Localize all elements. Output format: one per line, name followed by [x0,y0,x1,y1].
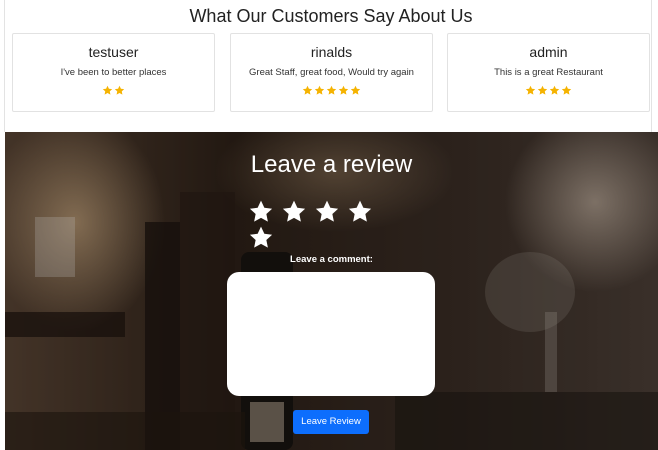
star-icon [302,85,313,95]
testimonial-comment: This is a great Restaurant [494,67,603,78]
testimonial-rating [448,85,649,97]
rating-star-selector [248,199,408,248]
rating-star-3-icon[interactable] [314,199,340,225]
star-icon [338,85,349,95]
comment-label: Leave a comment: [290,254,373,265]
testimonial-username: rinalds [310,44,353,60]
star-icon [314,85,325,95]
testimonial-card: rinalds Great Staff, great food, Would t… [230,33,433,112]
star-icon [114,85,125,95]
rating-star-4-icon[interactable] [347,199,373,225]
rating-star-1-icon[interactable] [248,199,274,225]
star-icon [549,85,560,95]
testimonial-username: testuser [88,44,139,60]
rating-star-2-icon[interactable] [281,199,307,225]
star-icon [102,85,113,95]
testimonials-title: What Our Customers Say About Us [189,6,473,26]
star-icon [537,85,548,95]
testimonial-comment: I've been to better places [60,67,167,78]
rating-star-5-icon[interactable] [248,225,274,251]
star-icon [350,85,361,95]
testimonial-rating [13,85,214,97]
leave-review-section: Leave a review Leave a comment: Leave Re… [5,132,658,450]
star-icon [326,85,337,95]
testimonial-comment: Great Staff, great food, Would try again [249,67,414,78]
comment-textarea[interactable] [227,272,435,396]
star-icon [561,85,572,95]
testimonial-card: admin This is a great Restaurant [447,33,650,112]
page: What Our Customers Say About Us testuser… [0,0,658,450]
testimonial-username: admin [529,44,568,60]
leave-review-title: Leave a review [250,151,413,178]
leave-review-button[interactable]: Leave Review [293,410,369,434]
testimonial-card: testuser I've been to better places [12,33,215,112]
testimonial-rating [231,85,432,97]
star-icon [525,85,536,95]
